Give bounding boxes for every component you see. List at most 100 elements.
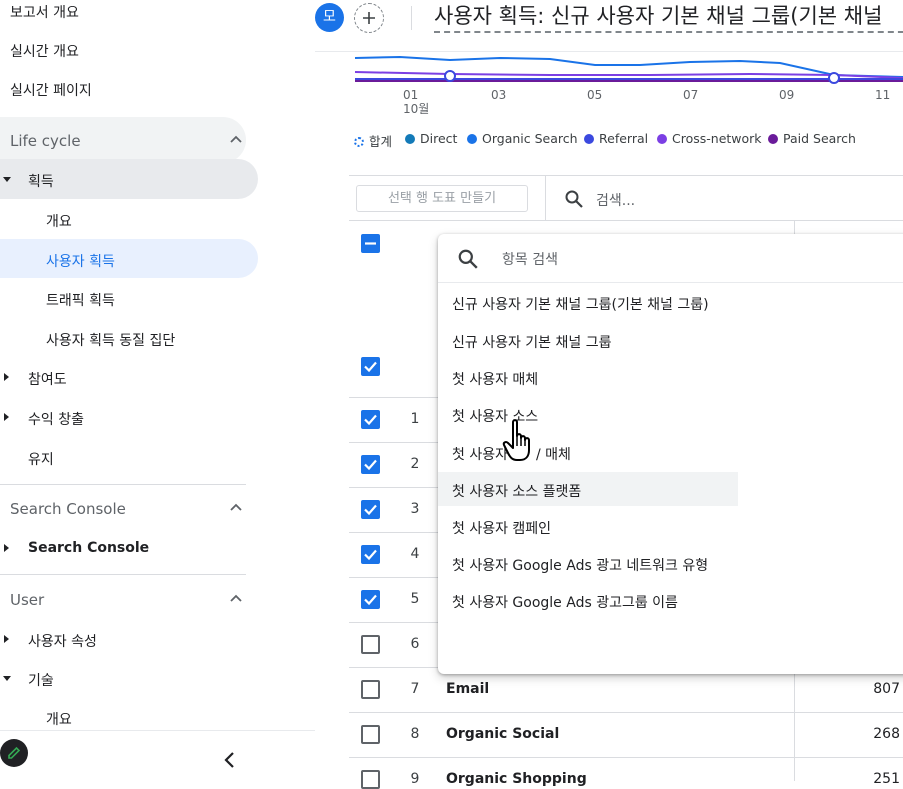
dropdown-option[interactable]: 첫 사용자 소스 플랫폼	[452, 481, 581, 501]
search-icon	[565, 190, 583, 208]
x-tick-label: 01	[403, 88, 419, 102]
chart-point	[828, 72, 840, 84]
sidebar-item-tech[interactable]: 기술	[28, 670, 54, 690]
x-tick-sublabel: 10월	[403, 102, 430, 116]
caret-right-icon[interactable]	[4, 635, 9, 643]
dropdown-option-text-right: / 매체	[535, 447, 571, 463]
table-search-input[interactable]: 검색...	[596, 190, 635, 210]
sidebar-item-traffic-acquisition[interactable]: 트래픽 획득	[46, 290, 115, 310]
row-value: 268	[873, 726, 900, 742]
sidebar-item-selected-bg	[0, 239, 258, 278]
legend-item-paid-search[interactable]: Paid Search	[768, 131, 856, 146]
row-checkbox[interactable]	[361, 635, 380, 654]
dropdown-option[interactable]: 신규 사용자 기본 채널 그룹(기본 채널 그룹)	[452, 294, 709, 314]
dropdown-option[interactable]: 첫 사용자 캠페인	[452, 518, 551, 538]
add-comparison-button[interactable]	[354, 3, 384, 33]
line-chart	[354, 55, 903, 84]
chevron-up-icon[interactable]	[230, 502, 242, 514]
plus-icon	[363, 12, 375, 24]
row-checkbox[interactable]	[361, 455, 380, 474]
row-checkbox[interactable]	[361, 770, 380, 789]
caret-right-icon[interactable]	[4, 413, 9, 421]
header: 모 사용자 획득: 신규 사용자 기본 채널 그룹(기본 채널	[315, 0, 903, 52]
legend-dot-icon	[467, 134, 477, 144]
sidebar-item-engagement[interactable]: 참여도	[28, 369, 67, 389]
row-number: 6	[410, 636, 420, 652]
collapse-sidebar-icon[interactable]	[222, 751, 238, 769]
row-checkbox[interactable]	[361, 545, 380, 564]
plot-rows-button[interactable]: 선택 행 도표 만들기	[356, 185, 528, 212]
legend-dot-icon	[657, 134, 667, 144]
table-row-border	[349, 712, 903, 713]
sidebar-item-realtime-overview[interactable]: 실시간 개요	[10, 41, 79, 61]
legend-dot-icon	[405, 134, 415, 144]
row-number: 3	[410, 501, 420, 517]
search-icon	[458, 249, 478, 269]
divider	[0, 574, 246, 575]
caret-down-icon[interactable]	[3, 177, 11, 182]
row-checkbox[interactable]	[361, 590, 380, 609]
select-total-checkbox[interactable]	[361, 357, 380, 376]
hand-pointer-icon	[502, 419, 530, 461]
x-tick-label: 03	[491, 88, 507, 102]
row-number: 1	[410, 411, 420, 427]
row-value: 807	[873, 681, 900, 697]
sidebar-item-user-attributes[interactable]: 사용자 속성	[28, 631, 97, 651]
sidebar-item-report-overview[interactable]: 보고서 개요	[10, 2, 79, 22]
sidebar-item-retention[interactable]: 유지	[28, 449, 54, 469]
sidebar-item-search-console[interactable]: Search Console	[28, 540, 149, 556]
dropdown-search-input[interactable]: 항목 검색	[502, 249, 558, 269]
avatar[interactable]: 모	[315, 3, 344, 32]
legend-dot-icon	[584, 134, 594, 144]
row-number: 9	[410, 771, 420, 787]
select-all-checkbox[interactable]	[361, 234, 380, 253]
sidebar-item-monetization[interactable]: 수익 창출	[28, 409, 84, 429]
dimension-dropdown: 항목 검색 신규 사용자 기본 채널 그룹(기본 채널 그룹) 신규 사용자 기…	[438, 234, 903, 674]
row-channel-name: Email	[446, 681, 490, 697]
legend-dot-icon	[768, 134, 778, 144]
sidebar-item-acquisition[interactable]: 획득	[28, 171, 54, 191]
section-title-search-console[interactable]: Search Console	[10, 500, 126, 518]
row-number: 4	[410, 546, 420, 562]
sidebar-item-user-acquisition[interactable]: 사용자 획득	[46, 251, 115, 271]
section-title-lifecycle[interactable]: Life cycle	[10, 132, 81, 150]
sidebar: 보고서 개요 실시간 개요 실시간 페이지 Life cycle 획득 개요 사…	[0, 0, 315, 781]
legend-item-direct[interactable]: Direct	[405, 131, 457, 146]
dropdown-option[interactable]: 첫 사용자 매체	[452, 369, 538, 389]
row-checkbox[interactable]	[361, 410, 380, 429]
dropdown-divider	[438, 282, 903, 283]
dropdown-option-text-left: 첫 사용자	[452, 447, 508, 463]
row-number: 7	[410, 681, 420, 697]
legend-item-cross-network[interactable]: Cross-network	[657, 131, 762, 146]
section-title-user[interactable]: User	[10, 591, 44, 609]
sidebar-item-tech-overview[interactable]: 개요	[46, 709, 72, 729]
caret-down-icon[interactable]	[3, 676, 11, 681]
sidebar-footer	[0, 730, 315, 781]
row-channel-name: Organic Social	[446, 726, 560, 742]
sidebar-item-acq-overview[interactable]: 개요	[46, 211, 72, 231]
chevron-up-icon[interactable]	[230, 134, 242, 146]
row-number: 5	[410, 591, 420, 607]
x-tick-label: 11	[875, 88, 891, 102]
page-title[interactable]: 사용자 획득: 신규 사용자 기본 채널 그룹(기본 채널	[434, 1, 903, 33]
row-checkbox[interactable]	[361, 680, 380, 699]
toolbar-divider	[545, 176, 546, 220]
edit-icon[interactable]	[0, 739, 28, 767]
dropdown-option[interactable]: 첫 사용자 Google Ads 광고 네트워크 유형	[452, 555, 708, 575]
sidebar-item-acquisition-cohort[interactable]: 사용자 획득 동질 집단	[46, 330, 175, 350]
row-channel-name: Organic Shopping	[446, 771, 587, 787]
legend-item-organic-search[interactable]: Organic Search	[467, 131, 578, 146]
caret-right-icon[interactable]	[4, 544, 9, 552]
row-checkbox[interactable]	[361, 725, 380, 744]
sidebar-item-realtime-pages[interactable]: 실시간 페이지	[10, 80, 92, 100]
caret-right-icon[interactable]	[4, 373, 9, 381]
row-checkbox[interactable]	[361, 500, 380, 519]
chevron-up-icon[interactable]	[230, 593, 242, 605]
dropdown-option[interactable]: 첫 사용자 Google Ads 광고그룹 이름	[452, 592, 678, 612]
dropdown-option[interactable]: 신규 사용자 기본 채널 그룹	[452, 332, 611, 352]
divider	[0, 484, 246, 485]
chart-point	[444, 70, 456, 82]
row-value: 251	[873, 771, 900, 787]
legend-item-total[interactable]: 합계	[354, 131, 392, 150]
legend-item-referral[interactable]: Referral	[584, 131, 648, 146]
